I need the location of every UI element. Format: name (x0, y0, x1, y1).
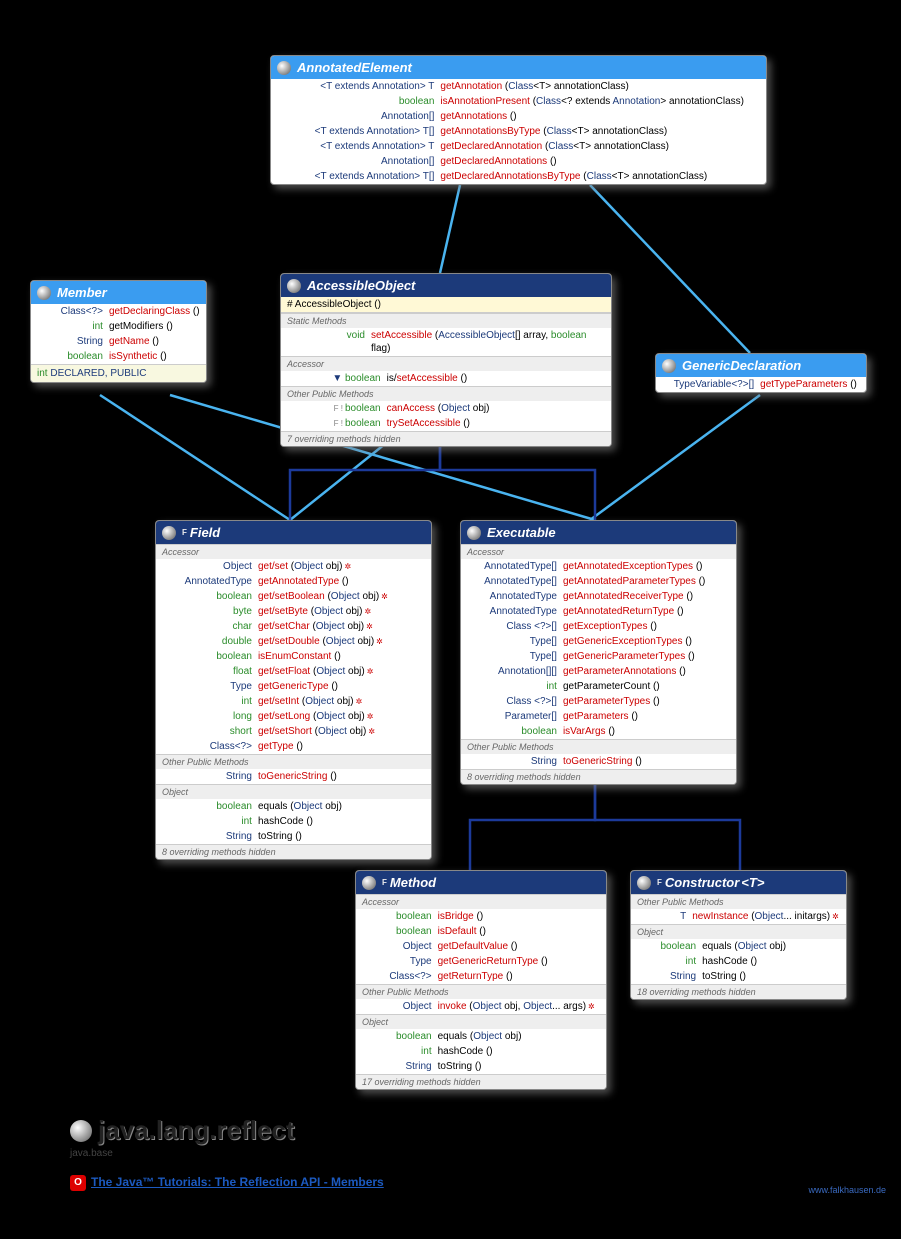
class-annotated-element: AnnotatedElement <T extends Annotation> … (270, 55, 767, 185)
class-icon (37, 286, 51, 300)
site-link[interactable]: www.falkhausen.de (808, 1185, 886, 1195)
section-object: Object (356, 1014, 606, 1029)
package-icon (70, 1120, 92, 1142)
rows: Objectget/set (Object obj)✲AnnotatedType… (156, 559, 431, 754)
class-icon (287, 279, 301, 293)
class-icon (362, 876, 376, 890)
constructor: # AccessibleObject () (281, 297, 611, 313)
class-title: Method (390, 875, 436, 890)
class-header: Member (31, 281, 206, 304)
section-static: Static Methods (281, 313, 611, 328)
rows: ▼ booleanis/setAccessible () (281, 371, 611, 386)
class-title: AnnotatedElement (297, 60, 412, 75)
type-param: <T> (741, 875, 764, 890)
section-other: Other Public Methods (356, 984, 606, 999)
class-title: Constructor (665, 875, 739, 890)
package-title: java.lang.reflect (98, 1115, 295, 1146)
rows: F !booleancanAccess (Object obj)F !boole… (281, 401, 611, 431)
class-header: AccessibleObject (281, 274, 611, 297)
modifier: F (657, 878, 662, 887)
class-icon (467, 526, 481, 540)
modifier: F (182, 528, 187, 537)
class-accessible-object: AccessibleObject # AccessibleObject () S… (280, 273, 612, 447)
modifier: F (382, 878, 387, 887)
class-title: GenericDeclaration (682, 358, 801, 373)
class-constructor: FConstructor<T> Other Public Methods Tne… (630, 870, 847, 1000)
rows: AnnotatedType[]getAnnotatedExceptionType… (461, 559, 736, 739)
rows: StringtoGenericString () (461, 754, 736, 769)
section-accessor: Accessor (461, 544, 736, 559)
class-method: FMethod Accessor booleanisBridge ()boole… (355, 870, 607, 1090)
class-header: AnnotatedElement (271, 56, 766, 79)
section-other: Other Public Methods (281, 386, 611, 401)
tutorial-link[interactable]: OThe Java™ Tutorials: The Reflection API… (70, 1175, 384, 1191)
class-icon (277, 61, 291, 75)
section-accessor: Accessor (281, 356, 611, 371)
class-generic-declaration: GenericDeclaration TypeVariable<?>[]getT… (655, 353, 867, 393)
hidden-note: 17 overriding methods hidden (356, 1074, 606, 1089)
hidden-note: 8 overriding methods hidden (461, 769, 736, 784)
section-accessor: Accessor (356, 894, 606, 909)
section-other: Other Public Methods (156, 754, 431, 769)
class-header: Executable (461, 521, 736, 544)
class-field: FField Accessor Objectget/set (Object ob… (155, 520, 432, 860)
hidden-note: 18 overriding methods hidden (631, 984, 846, 999)
class-title: AccessibleObject (307, 278, 415, 293)
class-header: FField (156, 521, 431, 544)
rows: TnewInstance (Object... initargs)✲ (631, 909, 846, 924)
class-header: FMethod (356, 871, 606, 894)
class-title: Executable (487, 525, 556, 540)
rows: Class<?>getDeclaringClass ()intgetModifi… (31, 304, 206, 364)
oracle-icon: O (70, 1175, 86, 1191)
hidden-note: 8 overriding methods hidden (156, 844, 431, 859)
section-object: Object (156, 784, 431, 799)
section-object: Object (631, 924, 846, 939)
class-member: Member Class<?>getDeclaringClass ()intge… (30, 280, 207, 383)
class-icon (662, 359, 676, 373)
rows: booleanequals (Object obj)inthashCode ()… (631, 939, 846, 984)
class-icon (637, 876, 651, 890)
rows: booleanequals (Object obj)inthashCode ()… (356, 1029, 606, 1074)
rows: TypeVariable<?>[]getTypeParameters () (656, 377, 866, 392)
rows: booleanisBridge ()booleanisDefault ()Obj… (356, 909, 606, 984)
hidden-note: 7 overriding methods hidden (281, 431, 611, 446)
section-accessor: Accessor (156, 544, 431, 559)
section-other: Other Public Methods (461, 739, 736, 754)
rows: booleanequals (Object obj)inthashCode ()… (156, 799, 431, 844)
class-title: Member (57, 285, 107, 300)
package-module: java.base (70, 1148, 113, 1159)
class-executable: Executable Accessor AnnotatedType[]getAn… (460, 520, 737, 785)
class-header: FConstructor<T> (631, 871, 846, 894)
class-header: GenericDeclaration (656, 354, 866, 377)
class-icon (162, 526, 176, 540)
rows: voidsetAccessible (AccessibleObject[] ar… (281, 328, 611, 356)
rows: StringtoGenericString () (156, 769, 431, 784)
rows: <T extends Annotation> TgetAnnotation (C… (271, 79, 766, 184)
class-title: Field (190, 525, 220, 540)
constants: int DECLARED, PUBLIC (31, 364, 206, 382)
rows: Objectinvoke (Object obj, Object... args… (356, 999, 606, 1014)
section-other: Other Public Methods (631, 894, 846, 909)
